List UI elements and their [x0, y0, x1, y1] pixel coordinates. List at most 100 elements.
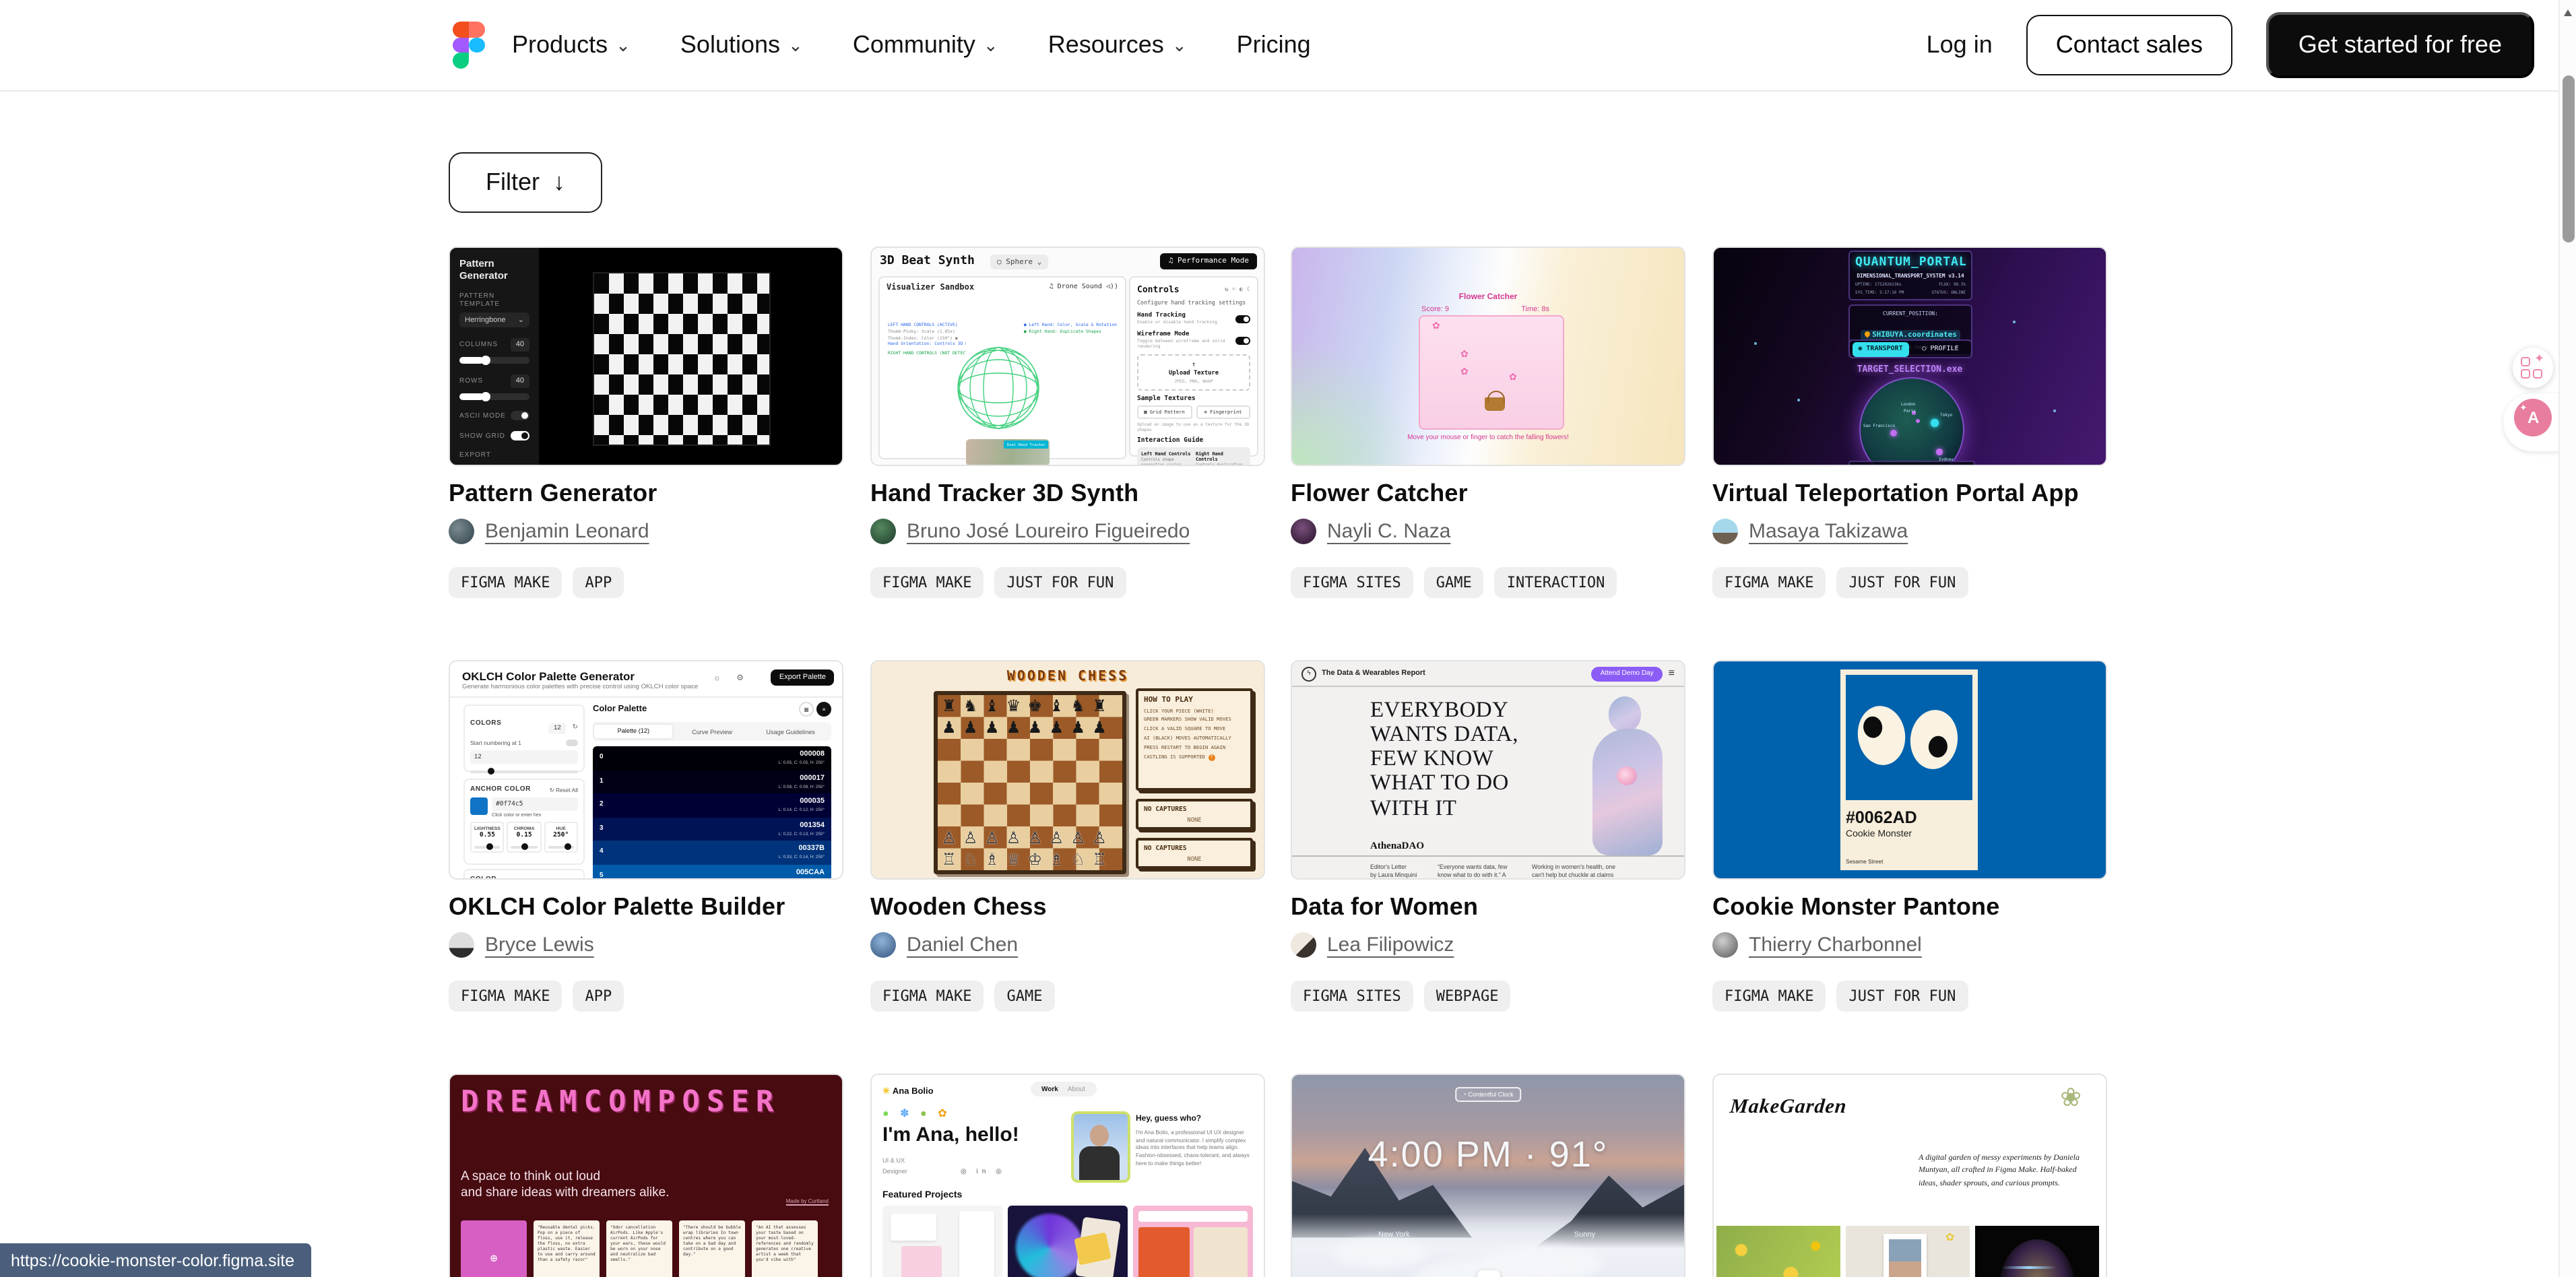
card-author-link[interactable]: Nayli C. Naza	[1327, 520, 1450, 543]
tag[interactable]: GAME	[994, 981, 1054, 1012]
card-author-link[interactable]: Masaya Takizawa	[1749, 520, 1908, 543]
card-title[interactable]: Flower Catcher	[1291, 480, 1685, 508]
nav-label: Solutions	[680, 31, 780, 59]
tag[interactable]: APP	[573, 981, 624, 1012]
card-thumbnail[interactable]: Flower Catcher Score: 9 Time: 8s ✿ ✿ ✿ ✿…	[1291, 247, 1685, 466]
card-thumbnail[interactable]: ✳Ana Bolio WorkAbout ● ✽ ● ✿ I'm Ana, he…	[870, 1074, 1265, 1277]
tag[interactable]: FIGMA SITES	[1291, 981, 1413, 1012]
avatar[interactable]	[1712, 519, 1738, 544]
tag[interactable]: GAME	[1424, 567, 1484, 598]
tag-row: FIGMA MAKE GAME	[870, 981, 1265, 1012]
tag[interactable]: JUST FOR FUN	[1836, 981, 1968, 1012]
headline-line: WHAT TO DO	[1370, 771, 1518, 795]
status-url: https://cookie-monster-color.figma.site	[11, 1251, 294, 1270]
avatar[interactable]	[1291, 932, 1316, 958]
translate-button[interactable]: ✦ A	[2514, 399, 2552, 436]
rule-line: CLICK A VALID SQUARE TO MOVE	[1144, 727, 1245, 733]
tag[interactable]: FIGMA MAKE	[870, 567, 984, 598]
swatch-row: 400337BL: 0.33, C: 0.14, H: 250°	[593, 841, 831, 864]
nav-item-community[interactable]: Community⌄	[853, 31, 998, 59]
tag[interactable]: INTERACTION	[1495, 567, 1617, 598]
card-title[interactable]: Pattern Generator	[449, 480, 843, 508]
swatch-row: 5005CAAL: 0.47, C: 0.15, H: 250°	[593, 864, 831, 880]
card-thumbnail[interactable]: ◔ Contentful Clock 4:00 PM · 91° New Yor…	[1291, 1074, 1685, 1277]
card-author-link[interactable]: Bryce Lewis	[485, 934, 594, 956]
brand-text: Ana Bolio	[893, 1087, 934, 1096]
tag[interactable]: FIGMA MAKE	[1712, 981, 1826, 1012]
app-title: 3D Beat Synth	[880, 255, 975, 268]
avatar[interactable]	[870, 932, 896, 958]
tag[interactable]: FIGMA MAKE	[870, 981, 984, 1012]
filter-button[interactable]: Filter ↓	[449, 152, 602, 213]
card-author-link[interactable]: Lea Filipowicz	[1327, 934, 1454, 956]
extension-grid-button[interactable]: ✦	[2513, 348, 2553, 388]
scrollbar-up-arrow[interactable]	[2564, 9, 2572, 16]
credit-link: Made by Curtland	[786, 1198, 829, 1204]
nav-item-products[interactable]: Products⌄	[512, 31, 631, 59]
swatch-meta: L: 0.14, C: 0.12, H: 250°	[779, 807, 825, 812]
tag[interactable]: APP	[573, 567, 624, 598]
footer-column: Working in women's health, one can't hel…	[1532, 863, 1615, 880]
tab-transport: ◉ TRANSPORT	[1852, 341, 1909, 356]
card-thumbnail[interactable]: OKLCH Color Palette Generator Generate h…	[449, 660, 843, 880]
app-subtitle: Generate harmonious color palettes with …	[462, 684, 698, 691]
tag[interactable]: FIGMA MAKE	[449, 567, 562, 598]
card-thumbnail[interactable]: QUANTUM_PORTAL DIMENSIONAL_TRANSPORT_SYS…	[1712, 247, 2107, 466]
count-field: 12	[470, 750, 578, 764]
tag[interactable]: JUST FOR FUN	[1836, 567, 1968, 598]
avatar[interactable]	[449, 519, 474, 544]
page-scrollbar[interactable]	[2558, 0, 2576, 1277]
nav-item-solutions[interactable]: Solutions⌄	[680, 31, 803, 59]
card-author-link[interactable]: Thierry Charbonnel	[1749, 934, 1922, 956]
nav-label: Products	[512, 31, 608, 59]
tag[interactable]: FIGMA MAKE	[1712, 567, 1826, 598]
tag[interactable]: WEBPAGE	[1424, 981, 1511, 1012]
card-author-link[interactable]: Bruno José Loureiro Figueiredo	[907, 520, 1190, 543]
avatar[interactable]	[449, 932, 474, 958]
card-author-link[interactable]: Daniel Chen	[907, 934, 1018, 956]
card-author-link[interactable]: Benjamin Leonard	[485, 520, 649, 543]
avatar[interactable]	[1291, 519, 1316, 544]
card-thumbnail[interactable]: WOODEN CHESS ♜♞♝♛♚♝♞♜ ♟♟♟♟♟♟♟♟ ♙♙♙♙♙♙♙♙ …	[870, 660, 1265, 880]
card-thumbnail[interactable]: DREAMCOMPOSER A space to think out loud …	[449, 1074, 843, 1277]
avatar[interactable]	[870, 519, 896, 544]
card-thumbnail[interactable]: ϟ The Data & Wearables Report Attend Dem…	[1291, 660, 1685, 880]
card-byline: Thierry Charbonnel	[1712, 932, 2107, 958]
get-started-button[interactable]: Get started for free	[2266, 12, 2534, 78]
position-label: CURRENT_POSITION:	[1855, 310, 1966, 317]
card-thumbnail[interactable]: 3D Beat Synth ○ Sphere ⌄ ♫ Performance M…	[870, 247, 1265, 466]
nav-item-resources[interactable]: Resources⌄	[1048, 31, 1187, 59]
swatch-index: 4	[600, 847, 604, 855]
nav-about: About	[1068, 1085, 1085, 1093]
contact-sales-button[interactable]: Contact sales	[2026, 15, 2232, 75]
chroma-control: CHROMA0.15	[507, 822, 542, 853]
card-title[interactable]: Data for Women	[1291, 893, 1685, 921]
figma-logo-icon[interactable]	[453, 22, 485, 69]
tag[interactable]: JUST FOR FUN	[994, 567, 1126, 598]
tag-row: FIGMA MAKE JUST FOR FUN	[1712, 567, 2107, 598]
card-title[interactable]: Virtual Teleportation Portal App	[1712, 480, 2107, 508]
grid-squares-icon	[2521, 369, 2530, 379]
game-title: Flower Catcher	[1292, 294, 1684, 302]
theme-icons: ☼ ⚙	[713, 674, 750, 683]
card-title[interactable]: Cookie Monster Pantone	[1712, 893, 2107, 921]
card-byline: Daniel Chen	[870, 932, 1265, 958]
reset-all-button: ↻ Reset All	[550, 786, 578, 793]
card-thumbnail[interactable]: Pattern Generator PATTERN TEMPLATE Herri…	[449, 247, 843, 466]
toggle-sub: Enable or disable hand tracking	[1137, 319, 1217, 325]
card-title[interactable]: Wooden Chess	[870, 893, 1265, 921]
avatar[interactable]	[1712, 932, 1738, 958]
figma-logo-part	[453, 53, 469, 68]
login-link[interactable]: Log in	[1927, 31, 1993, 59]
card-thumbnail[interactable]: #0062AD Cookie Monster Sesame Street	[1712, 660, 2107, 880]
scrollbar-thumb[interactable]	[2563, 75, 2575, 242]
nav-item-pricing[interactable]: Pricing	[1237, 31, 1311, 59]
time-label: Time: 8s	[1521, 306, 1549, 314]
tag[interactable]: FIGMA SITES	[1291, 567, 1413, 598]
card-thumbnail[interactable]: MakeGarden ❀ A digital garden of messy e…	[1712, 1074, 2107, 1277]
tag-row: FIGMA MAKE JUST FOR FUN	[1712, 981, 2107, 1012]
card-title[interactable]: OKLCH Color Palette Builder	[449, 893, 843, 921]
tag[interactable]: FIGMA MAKE	[449, 981, 562, 1012]
card-title[interactable]: Hand Tracker 3D Synth	[870, 480, 1265, 508]
rule-line: AI (BLACK) MOVES AUTOMATICALLY	[1144, 736, 1245, 742]
